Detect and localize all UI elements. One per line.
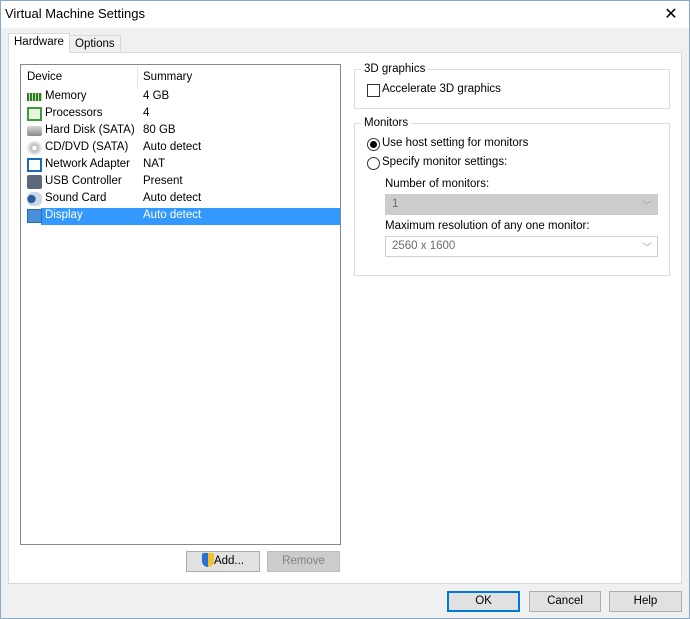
accelerate-3d-checkbox[interactable]	[367, 84, 380, 97]
tab-label: Options	[75, 38, 115, 50]
network-adapter-icon	[27, 158, 42, 172]
device-row-hard-disk-sata[interactable]: Hard Disk (SATA) 80 GB	[25, 123, 340, 140]
specify-monitors-label: Specify monitor settings:	[382, 156, 508, 168]
device-row-processors[interactable]: Processors 4	[25, 106, 340, 123]
hard-disk-icon	[27, 126, 42, 136]
tab-label: Hardware	[14, 36, 64, 48]
display-icon	[27, 209, 42, 223]
tab-options[interactable]: Options	[69, 35, 121, 52]
group-label: Monitors	[361, 117, 412, 129]
device-row-usb-controller[interactable]: USB Controller Present	[25, 174, 340, 191]
device-name: Processors	[45, 107, 103, 119]
device-row-sound-card[interactable]: Sound Card Auto detect	[25, 191, 340, 208]
add-label: Add...	[213, 555, 245, 567]
device-name: Sound Card	[45, 192, 107, 204]
device-summary: 4	[143, 107, 150, 119]
processor-icon	[27, 107, 42, 121]
dropdown-value: 1	[392, 198, 399, 210]
dropdown-value: 2560 x 1600	[392, 240, 456, 252]
device-name: Memory	[45, 90, 87, 102]
monitors-group: Monitors Use host setting for monitors S…	[354, 117, 670, 276]
tab-hardware[interactable]: Hardware	[8, 33, 70, 53]
help-button[interactable]: Help	[609, 591, 682, 612]
device-name: Display	[45, 209, 83, 221]
column-divider	[137, 67, 138, 89]
memory-icon	[27, 93, 42, 101]
max-resolution-label: Maximum resolution of any one monitor:	[385, 220, 590, 232]
accelerate-3d-label: Accelerate 3D graphics	[382, 83, 501, 95]
group-label: 3D graphics	[361, 63, 429, 75]
sound-card-icon	[27, 192, 42, 206]
chevron-down-icon: ﹀	[642, 243, 652, 254]
column-header-device[interactable]: Device	[27, 71, 62, 83]
device-row-network-adapter[interactable]: Network Adapter NAT	[25, 157, 340, 174]
device-summary: 80 GB	[143, 124, 176, 136]
use-host-label: Use host setting for monitors	[382, 137, 529, 149]
cd-dvd-icon	[27, 141, 42, 155]
max-resolution-dropdown[interactable]: 2560 x 1600 ﹀	[385, 236, 658, 257]
device-row-display[interactable]: Display Auto detect	[25, 208, 340, 225]
device-row-memory[interactable]: Memory 4 GB	[25, 89, 340, 106]
device-summary: NAT	[143, 158, 166, 170]
device-name: Hard Disk (SATA)	[45, 124, 135, 136]
remove-button[interactable]: Remove	[267, 551, 340, 572]
add-button[interactable]: Add...	[186, 551, 260, 572]
cancel-button[interactable]: Cancel	[529, 591, 601, 612]
3d-graphics-group: 3D graphics Accelerate 3D graphics	[354, 63, 670, 109]
use-host-radio[interactable]	[367, 138, 380, 151]
specify-monitors-radio[interactable]	[367, 157, 380, 170]
device-list[interactable]: Device Summary Memory 4 GB Processors 4 Hard…	[20, 64, 341, 545]
uac-shield-icon	[201, 553, 214, 567]
number-of-monitors-dropdown[interactable]: 1 ﹀	[385, 194, 658, 215]
ok-button[interactable]: OK	[447, 591, 520, 612]
device-name: USB Controller	[45, 175, 122, 187]
close-icon[interactable]: ✕	[661, 4, 681, 24]
device-summary: 4 GB	[143, 90, 170, 102]
device-summary: Auto detect	[143, 192, 202, 204]
device-row-cd-dvd-sata[interactable]: CD/DVD (SATA) Auto detect	[25, 140, 340, 157]
device-summary: Present	[143, 175, 183, 187]
device-summary: Auto detect	[143, 209, 202, 221]
device-name: Network Adapter	[45, 158, 131, 170]
usb-icon	[27, 175, 42, 189]
chevron-down-icon: ﹀	[642, 201, 652, 212]
device-name: CD/DVD (SATA)	[45, 141, 129, 153]
number-of-monitors-label: Number of monitors:	[385, 178, 490, 190]
window-title: Virtual Machine Settings	[5, 6, 145, 21]
column-header-summary[interactable]: Summary	[143, 71, 192, 83]
device-summary: Auto detect	[143, 141, 202, 153]
title-bar: Virtual Machine Settings ✕	[1, 1, 689, 28]
